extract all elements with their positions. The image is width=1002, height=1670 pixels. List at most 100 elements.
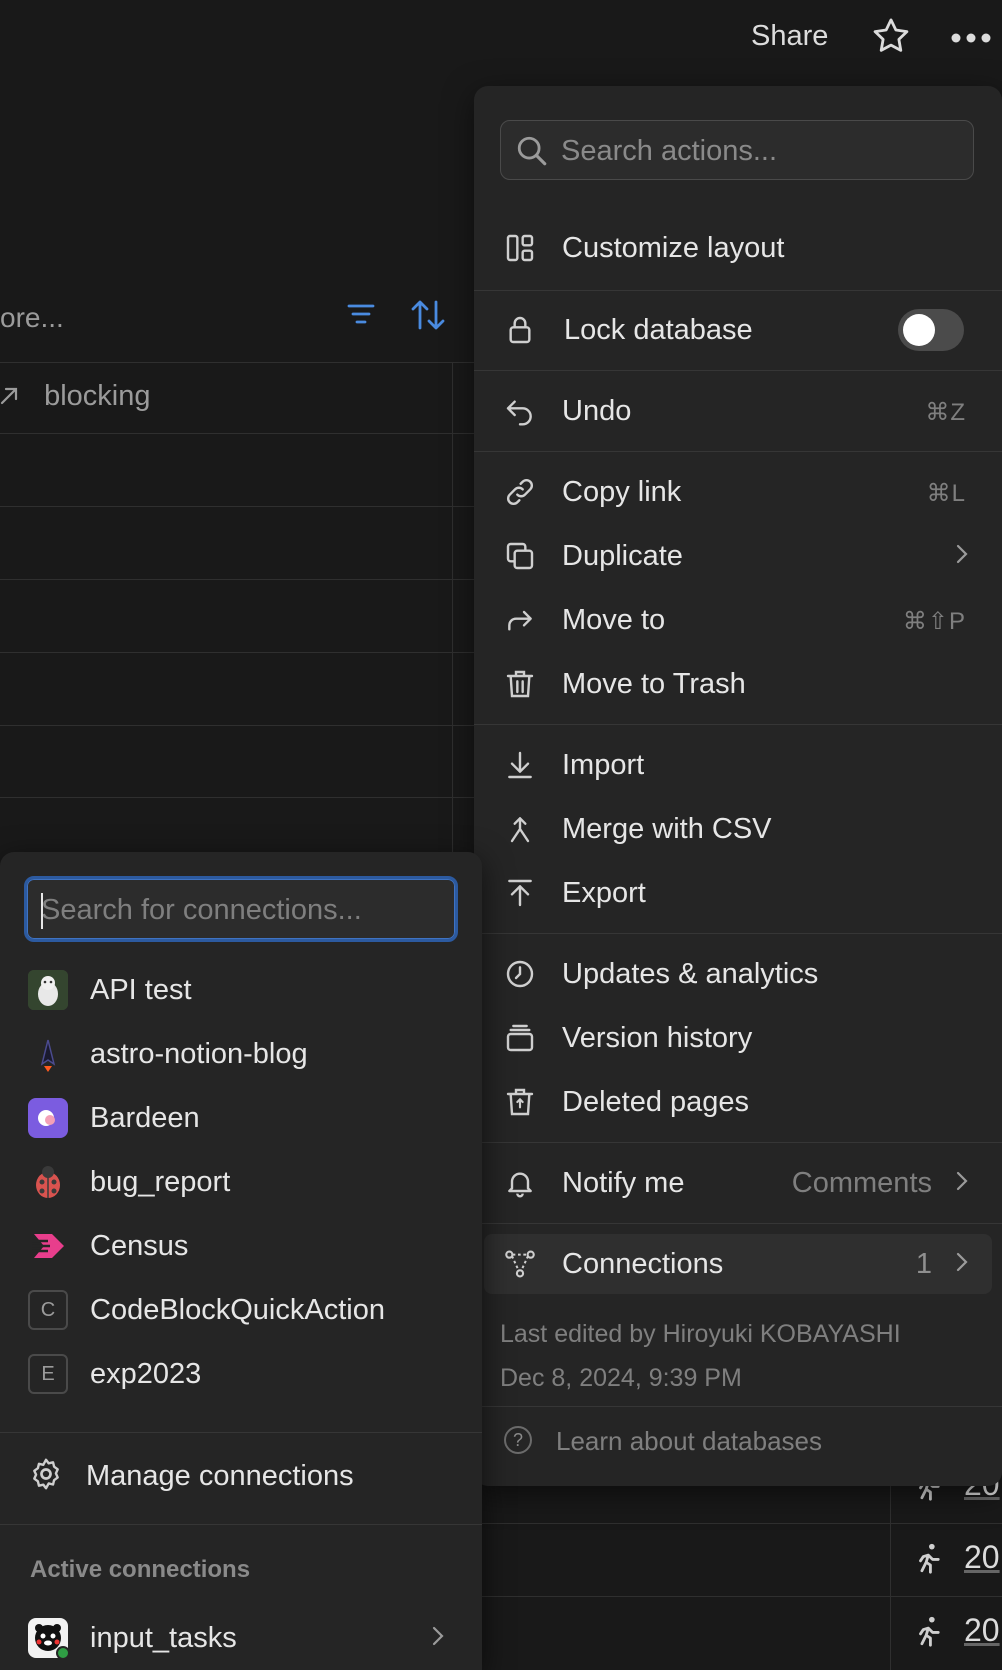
- letter-avatar: C: [28, 1290, 68, 1330]
- import-label: Import: [562, 749, 645, 781]
- row-date[interactable]: 20: [964, 1612, 1000, 1649]
- active-connection-item[interactable]: input_tasks: [0, 1608, 482, 1668]
- customize-layout-label: Customize layout: [562, 232, 785, 264]
- more-dots-icon[interactable]: [950, 22, 992, 56]
- connection-label: exp2023: [90, 1358, 202, 1390]
- import-item[interactable]: Import: [474, 735, 1002, 795]
- row-date[interactable]: 20: [964, 1539, 1000, 1576]
- astro-rocket-icon: [28, 1034, 68, 1074]
- export-label: Export: [562, 877, 646, 909]
- duplicate-label: Duplicate: [562, 540, 683, 572]
- filter-icon[interactable]: [346, 300, 376, 335]
- link-icon: [504, 476, 536, 508]
- input-tasks-avatar: [28, 1618, 70, 1660]
- database-actions-menu: Customize layout Lock database Undo ⌘Z C…: [474, 86, 1002, 1486]
- lock-database-label: Lock database: [564, 314, 753, 346]
- connection-item[interactable]: Census: [0, 1216, 482, 1276]
- version-history-label: Version history: [562, 1022, 753, 1054]
- connection-item[interactable]: C CodeBlockQuickAction: [0, 1280, 482, 1340]
- share-button[interactable]: Share: [751, 20, 828, 53]
- relation-arrow-icon: [0, 380, 30, 413]
- learn-about-databases-label: Learn about databases: [556, 1426, 822, 1456]
- census-logo-icon: [28, 1226, 68, 1266]
- export-item[interactable]: Export: [474, 863, 1002, 923]
- search-actions-input[interactable]: [561, 133, 961, 169]
- move-to-item[interactable]: Move to ⌘⇧P: [474, 590, 1002, 650]
- move-to-trash-label: Move to Trash: [562, 668, 746, 700]
- column-header-blocking[interactable]: blocking: [0, 380, 150, 413]
- duplicate-item[interactable]: Duplicate: [474, 526, 1002, 586]
- search-icon: [515, 134, 549, 173]
- connection-item[interactable]: astro-notion-blog: [0, 1024, 482, 1084]
- connection-label: Census: [90, 1230, 189, 1262]
- active-connection-label: input_tasks: [90, 1622, 237, 1654]
- search-actions-box[interactable]: [500, 120, 974, 180]
- import-icon: [504, 749, 536, 781]
- connection-label: CodeBlockQuickAction: [90, 1294, 385, 1326]
- merge-csv-item[interactable]: Merge with CSV: [474, 799, 1002, 859]
- bardeen-logo-icon: [28, 1098, 68, 1138]
- search-connections-input[interactable]: [41, 892, 441, 928]
- top-bar: Share: [0, 0, 1002, 76]
- deleted-pages-label: Deleted pages: [562, 1086, 750, 1118]
- undo-item[interactable]: Undo ⌘Z: [474, 381, 1002, 441]
- connection-item[interactable]: Bardeen: [0, 1088, 482, 1148]
- notify-me-label: Notify me: [562, 1167, 685, 1199]
- merge-icon: [504, 813, 536, 845]
- gear-icon: [28, 1456, 68, 1496]
- version-history-icon: [504, 1022, 536, 1054]
- chevron-right-icon: [954, 1248, 970, 1283]
- move-to-label: Move to: [562, 604, 666, 636]
- connections-count: 1: [915, 1248, 932, 1280]
- move-to-shortcut: ⌘⇧P: [902, 608, 966, 635]
- trash-icon: [504, 668, 536, 700]
- deleted-pages-item[interactable]: Deleted pages: [474, 1072, 1002, 1132]
- connection-item[interactable]: API test: [0, 960, 482, 1020]
- runner-icon: [912, 1614, 946, 1656]
- merge-csv-label: Merge with CSV: [562, 813, 772, 845]
- updates-analytics-label: Updates & analytics: [562, 958, 819, 990]
- customize-layout-item[interactable]: Customize layout: [474, 218, 1002, 278]
- move-to-trash-item[interactable]: Move to Trash: [474, 654, 1002, 714]
- move-arrow-icon: [504, 604, 536, 636]
- connections-item[interactable]: Connections 1: [474, 1234, 1002, 1294]
- copy-link-label: Copy link: [562, 476, 682, 508]
- lock-database-item[interactable]: Lock database: [474, 300, 1002, 360]
- chevron-right-icon: [954, 1167, 970, 1202]
- last-edited-date: Dec 8, 2024, 9:39 PM: [500, 1364, 742, 1392]
- connections-icon: [504, 1248, 536, 1280]
- undo-label: Undo: [562, 395, 632, 427]
- duplicate-icon: [504, 540, 536, 572]
- copy-link-item[interactable]: Copy link ⌘L: [474, 462, 1002, 522]
- export-icon: [504, 877, 536, 909]
- connections-label: Connections: [562, 1248, 724, 1280]
- connection-item[interactable]: bug_report: [0, 1152, 482, 1212]
- api-test-avatar: [28, 970, 68, 1010]
- manage-connections-item[interactable]: Manage connections: [0, 1446, 482, 1506]
- sort-icon[interactable]: [410, 298, 446, 337]
- chevron-right-icon: [430, 1622, 446, 1655]
- version-history-item[interactable]: Version history: [474, 1008, 1002, 1068]
- notify-me-item[interactable]: Notify me Comments: [474, 1153, 1002, 1213]
- undo-shortcut: ⌘Z: [925, 399, 966, 426]
- connection-label: bug_report: [90, 1166, 231, 1198]
- bell-icon: [504, 1167, 536, 1199]
- connection-item[interactable]: E exp2023: [0, 1344, 482, 1404]
- ladybug-icon: [28, 1162, 68, 1202]
- lock-database-toggle[interactable]: [898, 309, 964, 351]
- column-header-label: blocking: [44, 380, 151, 412]
- search-connections-box[interactable]: [24, 876, 458, 942]
- help-icon: ?: [504, 1426, 532, 1454]
- runner-icon: [912, 1541, 946, 1583]
- chevron-right-icon: [954, 540, 970, 575]
- connection-label: Bardeen: [90, 1102, 200, 1134]
- lock-icon: [504, 314, 536, 346]
- updates-analytics-item[interactable]: Updates & analytics: [474, 944, 1002, 1004]
- toolbar-more-text[interactable]: ore...: [0, 302, 64, 334]
- layout-icon: [504, 232, 536, 264]
- clock-icon: [504, 958, 536, 990]
- letter-avatar: E: [28, 1354, 68, 1394]
- notify-me-value: Comments: [791, 1167, 932, 1199]
- copy-link-shortcut: ⌘L: [926, 480, 966, 507]
- star-icon[interactable]: [870, 15, 912, 62]
